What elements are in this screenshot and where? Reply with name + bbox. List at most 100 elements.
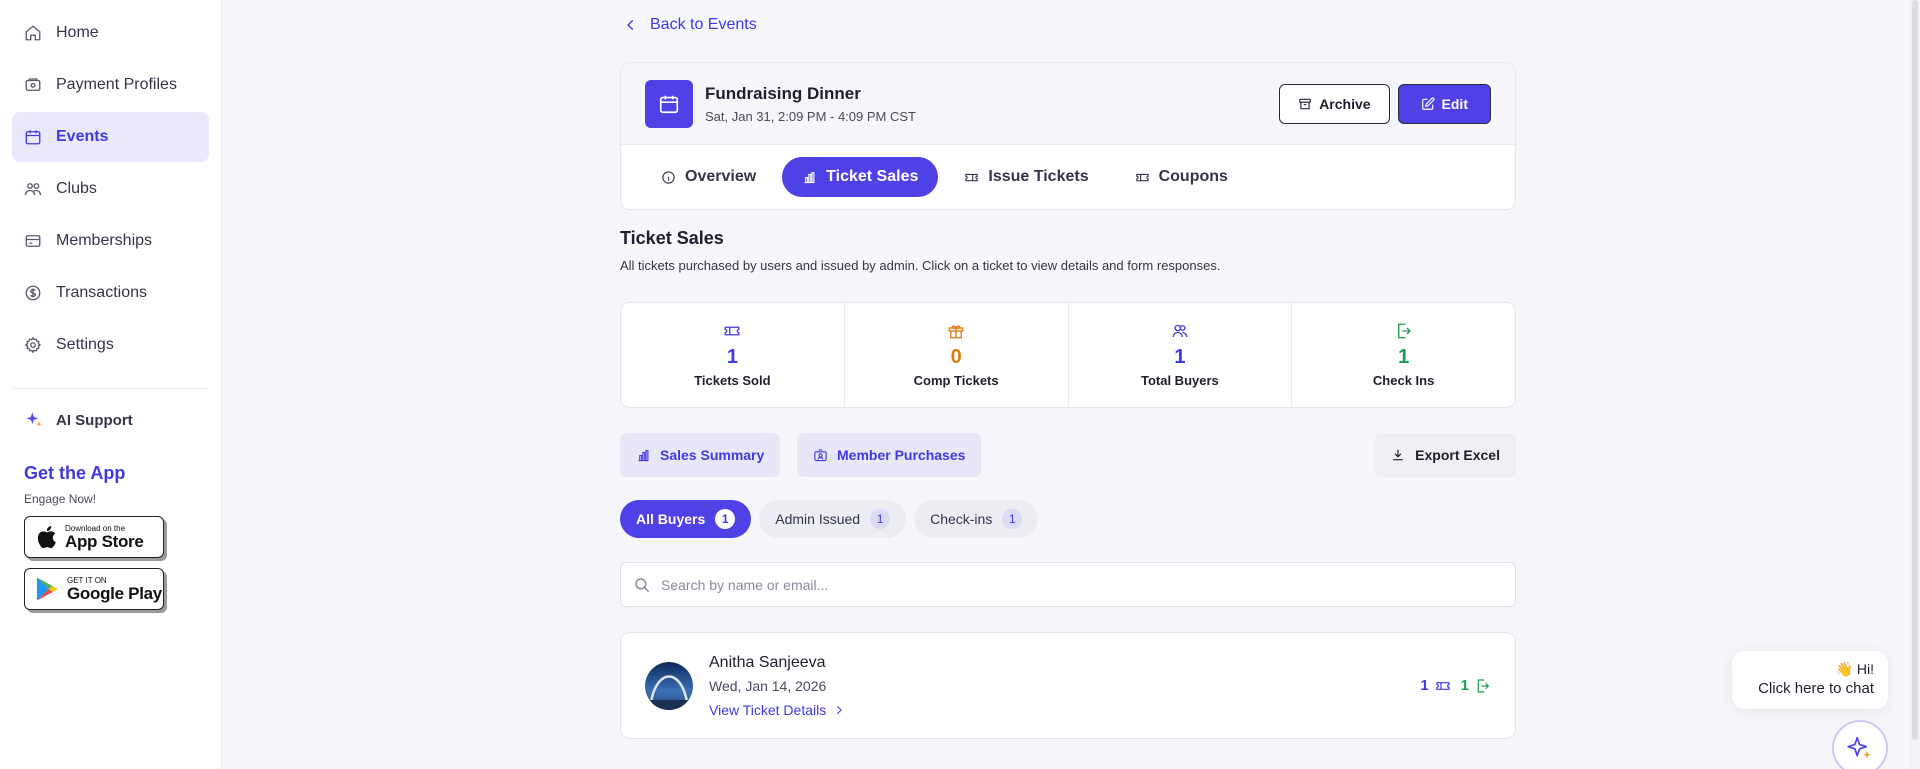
chat-launcher-button[interactable] xyxy=(1832,720,1888,769)
sidebar-item-label: Home xyxy=(56,24,99,41)
tab-label: Ticket Sales xyxy=(826,168,919,185)
gear-icon xyxy=(24,336,42,354)
sidebar-item-home[interactable]: Home xyxy=(12,8,209,58)
event-info: Fundraising Dinner Sat, Jan 31, 2:09 PM … xyxy=(705,84,916,124)
sparkle-icon xyxy=(1847,736,1871,759)
ticket-icon xyxy=(724,326,740,336)
stat-value: 1 xyxy=(1174,346,1186,368)
apple-icon xyxy=(37,526,56,549)
export-excel-button[interactable]: Export Excel xyxy=(1375,433,1516,477)
stat-tickets-sold: 1 Tickets Sold xyxy=(621,303,845,407)
buyer-checkin-count: 1 xyxy=(1460,677,1469,694)
event-actions: Archive Edit xyxy=(1279,83,1491,124)
sidebar-item-ai-support[interactable]: AI Support xyxy=(0,403,221,437)
bar-chart-icon xyxy=(804,171,815,183)
tab-overview[interactable]: Overview xyxy=(641,157,776,197)
buyer-stats: 1 1 xyxy=(1420,677,1491,694)
stat-comp-tickets: 0 Comp Tickets xyxy=(845,303,1069,407)
filter-check-ins[interactable]: Check-ins 1 xyxy=(914,500,1039,538)
sidebar-item-settings[interactable]: Settings xyxy=(12,320,209,370)
section-description: All tickets purchased by users and issue… xyxy=(620,258,1221,273)
section-title: Ticket Sales xyxy=(620,228,724,248)
member-purchases-button[interactable]: Member Purchases xyxy=(797,433,982,477)
sidebar-item-transactions[interactable]: Transactions xyxy=(12,268,209,318)
view-ticket-details-link[interactable]: View Ticket Details xyxy=(709,702,844,718)
sidebar-item-label: Clubs xyxy=(56,180,97,197)
users-icon xyxy=(24,183,42,196)
tab-issue-tickets[interactable]: Issue Tickets xyxy=(944,157,1108,197)
sparkle-icon xyxy=(26,412,42,427)
buyers-icon xyxy=(1172,324,1188,338)
get-app-section: Get the App Engage Now! Download on the … xyxy=(0,437,221,610)
stat-value: 0 xyxy=(950,346,962,368)
filter-all-buyers[interactable]: All Buyers 1 xyxy=(620,500,752,538)
tab-coupons[interactable]: Coupons xyxy=(1115,157,1248,197)
filter-label: All Buyers xyxy=(636,511,706,527)
calendar-icon xyxy=(25,130,41,145)
sales-summary-button[interactable]: Sales Summary xyxy=(620,433,781,477)
sidebar-item-events[interactable]: Events xyxy=(12,112,209,162)
ticket-icon xyxy=(1436,681,1450,690)
back-label: Back to Events xyxy=(650,16,757,33)
filter-label: Check-ins xyxy=(930,511,993,527)
card-icon xyxy=(25,235,41,247)
sidebar-item-payment-profiles[interactable]: Payment Profiles xyxy=(12,60,209,110)
member-card-icon xyxy=(814,448,827,461)
archive-button[interactable]: Archive xyxy=(1279,83,1390,124)
edit-icon xyxy=(1421,97,1435,110)
app-store-button[interactable]: Download on the App Store xyxy=(24,516,164,558)
sidebar-item-label: Transactions xyxy=(56,284,147,301)
buyer-date: Wed, Jan 14, 2026 xyxy=(709,677,827,694)
sidebar-item-clubs[interactable]: Clubs xyxy=(12,164,209,214)
sidebar: Home Payment Profiles Events Clubs Membe… xyxy=(0,0,222,769)
tab-label: Issue Tickets xyxy=(988,168,1089,185)
avatar xyxy=(645,661,693,710)
stat-label: Total Buyers xyxy=(1140,373,1219,388)
info-icon xyxy=(662,170,675,184)
sidebar-nav: Home Payment Profiles Events Clubs Membe… xyxy=(0,0,221,370)
google-play-text: GET IT ON Google Play xyxy=(67,576,162,603)
tab-label: Overview xyxy=(685,168,757,185)
member-purchases-label: Member Purchases xyxy=(837,447,966,463)
scrollbar-thumb[interactable] xyxy=(1912,0,1918,740)
ticket-icon xyxy=(965,173,979,181)
filter-admin-issued[interactable]: Admin Issued 1 xyxy=(759,500,907,538)
archive-icon xyxy=(1299,98,1312,109)
buyer-ticket-count: 1 xyxy=(1420,677,1429,694)
app-store-big: App Store xyxy=(65,531,144,551)
home-icon xyxy=(25,25,41,41)
dollar-icon xyxy=(25,285,41,301)
search-input[interactable] xyxy=(661,576,1481,593)
export-excel-label: Export Excel xyxy=(1415,447,1500,463)
edit-button[interactable]: Edit xyxy=(1397,83,1491,124)
app-store-text: Download on the App Store xyxy=(65,524,144,551)
filter-count-badge: 1 xyxy=(1002,509,1023,529)
sidebar-item-memberships[interactable]: Memberships xyxy=(12,216,209,266)
edit-label: Edit xyxy=(1441,95,1468,112)
event-icon-box xyxy=(645,79,693,128)
ai-support-label: AI Support xyxy=(56,411,133,429)
wallet-icon xyxy=(25,78,41,91)
calendar-icon xyxy=(659,95,679,113)
google-play-icon xyxy=(37,577,58,601)
chat-greeting-bubble[interactable]: 👋 Hi! Click here to chat xyxy=(1732,651,1888,709)
back-to-events-link[interactable]: Back to Events xyxy=(624,16,757,34)
buyer-row[interactable]: Anitha Sanjeeva Wed, Jan 14, 2026 View T… xyxy=(620,632,1516,739)
check-in-icon xyxy=(1397,323,1411,339)
sidebar-item-label: Settings xyxy=(56,336,114,353)
chevron-left-icon xyxy=(627,19,634,31)
page-scrollbar[interactable] xyxy=(1910,0,1920,769)
chat-greeting: 👋 Hi! xyxy=(1835,661,1874,677)
archive-label: Archive xyxy=(1319,95,1371,112)
stat-check-ins: 1 Check Ins xyxy=(1292,303,1515,407)
search-box xyxy=(620,562,1516,607)
buyer-filters: All Buyers 1 Admin Issued 1 Check-ins 1 xyxy=(620,500,1039,538)
tab-ticket-sales[interactable]: Ticket Sales xyxy=(782,157,939,197)
google-play-button[interactable]: GET IT ON Google Play xyxy=(24,568,164,610)
tab-label: Coupons xyxy=(1158,168,1228,185)
stat-label: Tickets Sold xyxy=(694,373,771,388)
stat-value: 1 xyxy=(1398,346,1410,368)
google-play-big: Google Play xyxy=(67,583,162,603)
buyer-info: Anitha Sanjeeva Wed, Jan 14, 2026 View T… xyxy=(709,654,844,718)
event-title: Fundraising Dinner xyxy=(705,83,861,103)
